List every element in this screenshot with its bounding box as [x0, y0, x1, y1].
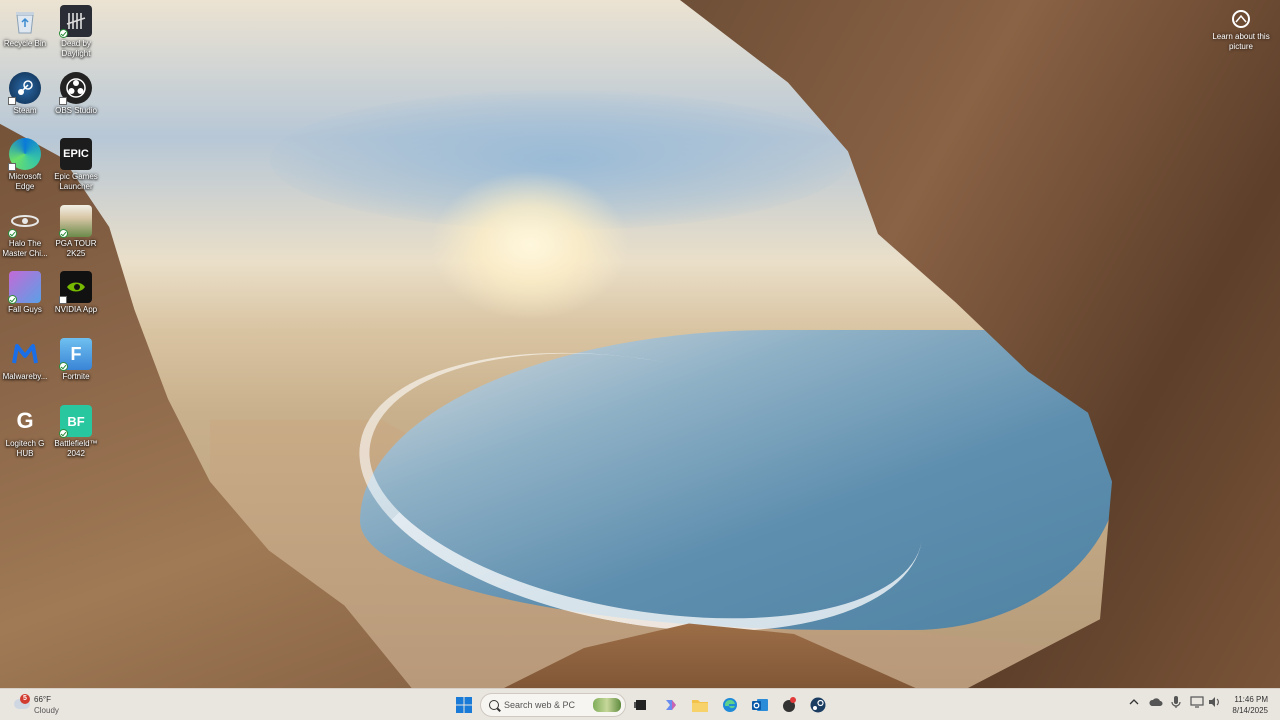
obs-studio-icon [59, 72, 92, 105]
taskbar-game-app[interactable] [779, 695, 799, 715]
search-highlight-icon [593, 698, 621, 712]
sync-status-icon [8, 295, 17, 304]
tray-volume[interactable] [1208, 695, 1222, 709]
copilot-icon [666, 700, 676, 710]
microphone-icon [1171, 696, 1181, 708]
nvidia-icon [59, 271, 92, 304]
logitech-glyph: G [16, 408, 34, 433]
desktop-icon-microsoft-edge[interactable]: Microsoft Edge [0, 135, 50, 192]
taskbar-search-box[interactable]: Search web & PC [480, 693, 626, 717]
shortcut-arrow-icon [8, 97, 16, 105]
show-hidden-icons-button[interactable] [1128, 695, 1142, 709]
desktop-icon-malwarebytes[interactable]: Malwareby... [0, 335, 50, 382]
desktop-icon-battlefield[interactable]: BF Battlefield™ 2042 [51, 402, 101, 459]
fortnite-glyph: F [70, 343, 82, 364]
desktop-icon-dead-by-daylight[interactable]: Dead by Daylight [51, 2, 101, 59]
taskbar-steam[interactable] [808, 695, 828, 715]
clock-date: 8/14/2025 [1232, 706, 1268, 715]
battlefield-glyph: BF [67, 413, 85, 429]
fortnite-icon: F [59, 338, 92, 371]
taskbar: 5 66°F Cloudy Search web & PC 11:46 PM 8… [0, 688, 1280, 720]
desktop-wallpaper [0, 0, 1280, 688]
folder-icon [692, 700, 708, 712]
desktop-icon-epic-games[interactable]: EPIC Epic Games Launcher [51, 135, 101, 192]
learn-about-picture-button[interactable]: Learn about this picture [1206, 10, 1276, 52]
sync-status-icon [59, 362, 68, 371]
task-view-button[interactable] [631, 695, 651, 715]
speaker-icon [1209, 697, 1219, 707]
weather-temperature: 66°F [34, 695, 51, 704]
dead-by-daylight-icon [59, 5, 92, 38]
notification-badge: 5 [20, 694, 30, 704]
tray-display[interactable] [1190, 695, 1204, 709]
search-placeholder: Search web & PC [504, 700, 576, 710]
shortcut-arrow-icon [59, 97, 67, 105]
desktop-icon-nvidia-app[interactable]: NVIDIA App [51, 268, 101, 315]
sync-status-icon [8, 229, 17, 238]
tray-onedrive[interactable] [1149, 695, 1163, 709]
malwarebytes-icon [9, 338, 41, 370]
windows-logo-icon [456, 697, 472, 713]
weather-condition: Cloudy [34, 706, 59, 715]
desktop-icon-fortnite[interactable]: F Fortnite [51, 335, 101, 382]
taskbar-copilot[interactable] [661, 695, 681, 715]
start-button[interactable] [454, 695, 474, 715]
sync-status-icon [59, 29, 68, 38]
shortcut-arrow-icon [8, 163, 16, 171]
wallpaper-sun [430, 170, 630, 320]
epic-games-icon: EPIC [60, 138, 92, 170]
learn-about-picture-icon [1232, 10, 1250, 28]
monitor-icon [1190, 696, 1204, 708]
outlook-icon [752, 699, 768, 711]
tray-microphone[interactable] [1170, 695, 1184, 709]
weather-widget[interactable]: 5 66°F Cloudy [10, 693, 100, 717]
edge-icon [723, 698, 737, 712]
desktop-icon-steam[interactable]: Steam [0, 69, 50, 116]
desktop-icon-obs-studio[interactable]: OBS Studio [51, 69, 101, 116]
desktop-icon-halo[interactable]: Halo The Master Chi... [0, 202, 50, 259]
halo-icon [8, 205, 41, 238]
desktop-icon-grid: Recycle Bin Dead by Daylight Steam OBS S… [0, 0, 110, 470]
logitech-g-hub-icon: G [9, 405, 41, 437]
sync-status-icon [59, 229, 68, 238]
search-icon [489, 700, 499, 710]
taskbar-outlook[interactable] [750, 695, 770, 715]
desktop-icon-fall-guys[interactable]: Fall Guys [0, 268, 50, 315]
taskbar-edge[interactable] [720, 695, 740, 715]
steam-icon [810, 697, 826, 713]
taskbar-file-explorer[interactable] [690, 695, 710, 715]
sync-status-icon [59, 429, 68, 438]
taskbar-clock[interactable]: 11:46 PM 8/14/2025 [1232, 694, 1268, 716]
edge-icon [8, 138, 41, 171]
chevron-up-icon [1129, 699, 1139, 705]
steam-icon [8, 72, 41, 105]
battlefield-icon: BF [59, 405, 92, 438]
task-view-icon [634, 700, 646, 710]
game-app-icon [783, 697, 796, 712]
pga-tour-icon [59, 205, 92, 238]
cloud-sync-icon [1149, 698, 1163, 706]
clock-time: 11:46 PM [1234, 695, 1268, 704]
desktop-icon-logitech-g-hub[interactable]: G Logitech G HUB [0, 402, 50, 459]
recycle-bin-icon [9, 5, 41, 37]
desktop-icon-pga-tour[interactable]: PGA TOUR 2K25 [51, 202, 101, 259]
desktop-icon-recycle-bin[interactable]: Recycle Bin [0, 2, 50, 49]
shortcut-arrow-icon [59, 296, 67, 304]
fall-guys-icon [8, 271, 41, 304]
